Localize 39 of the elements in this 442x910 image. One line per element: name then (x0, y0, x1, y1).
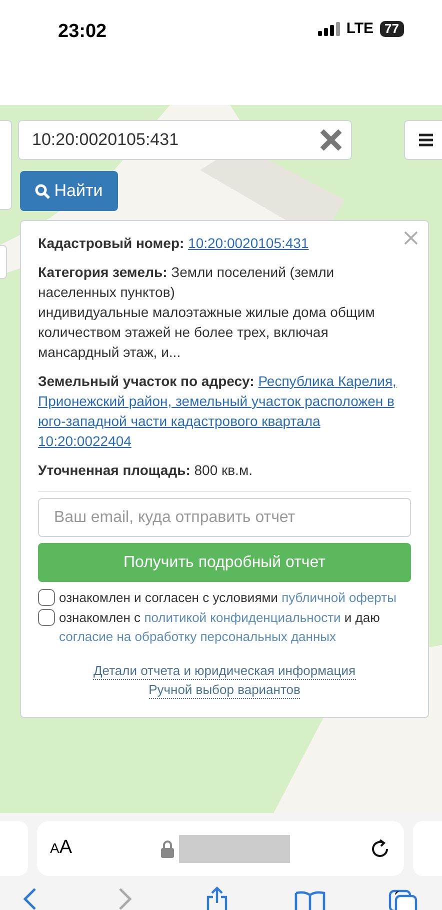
email-field[interactable]: Ваш email, куда отправить отчет (38, 498, 411, 537)
signal-icon (318, 22, 340, 36)
consent-link[interactable]: согласие на обработку персональных данных (59, 629, 336, 644)
footer-link[interactable]: Детали отчета и юридическая информация (93, 662, 356, 680)
consent-text: ознакомлен и согласен с условиями публичной оферты (59, 589, 396, 607)
menu-icon (419, 133, 433, 147)
consent-link[interactable]: политикой конфиденциальности (144, 610, 341, 625)
checkbox[interactable] (38, 609, 55, 626)
search-icon (35, 184, 50, 198)
close-icon[interactable] (319, 128, 343, 152)
search-field[interactable]: 10:20:0020105:431 (18, 120, 352, 160)
field-link[interactable]: 10:20:0020105:431 (188, 235, 309, 251)
reload-icon[interactable] (369, 838, 391, 860)
field-text: Кадастровый номер: 10:20:0020105:431 (38, 234, 309, 253)
field-link[interactable]: 10:20:0022404 (38, 433, 132, 449)
close-icon[interactable] (404, 231, 418, 245)
text-size-button[interactable]: AA (50, 834, 72, 863)
status-time: 23:02 (58, 20, 107, 44)
lock-icon (161, 840, 174, 858)
field-text: Уточненная площадь: 800 кв.м. (38, 461, 252, 480)
consent-text: ознакомлен с политикой конфиденциальности и даю согласие на обработку персональных данных (59, 609, 381, 646)
field-link[interactable]: Республика Карелия, (258, 373, 396, 389)
menu-button[interactable] (404, 120, 442, 160)
bookmarks-icon[interactable] (294, 891, 326, 910)
field-link[interactable]: юго-западной части кадастрового квартала (38, 413, 320, 429)
field-link[interactable]: Прионежский район, земельный участок расположен в (38, 393, 394, 409)
field-text: Категория земель: Земли поселений (земли населенных пунктов) индивидуальные малоэтажные жилые дома общим количеством этажей не более трех, включая мансардный этаж, и... (38, 263, 376, 362)
footer-link[interactable]: Ручной выбор вариантов (148, 681, 300, 699)
forward-icon[interactable] (117, 887, 133, 910)
network-label: LTE (346, 19, 374, 39)
consent-link[interactable]: публичной оферты (282, 590, 396, 605)
share-icon[interactable] (204, 886, 230, 910)
find-button[interactable]: Найти (20, 171, 118, 211)
address-bar[interactable]: AA (37, 821, 404, 876)
tabs-icon[interactable] (388, 889, 418, 910)
battery-icon: 77 (380, 21, 404, 38)
back-icon[interactable] (22, 887, 38, 910)
field-text: Земельный участок по адресу: Республика Карелия, Прионежский район, земельный участок расположен в юго-западной части кадастрового квартала 10:20:0022404 (38, 372, 396, 451)
checkbox[interactable] (38, 589, 55, 606)
